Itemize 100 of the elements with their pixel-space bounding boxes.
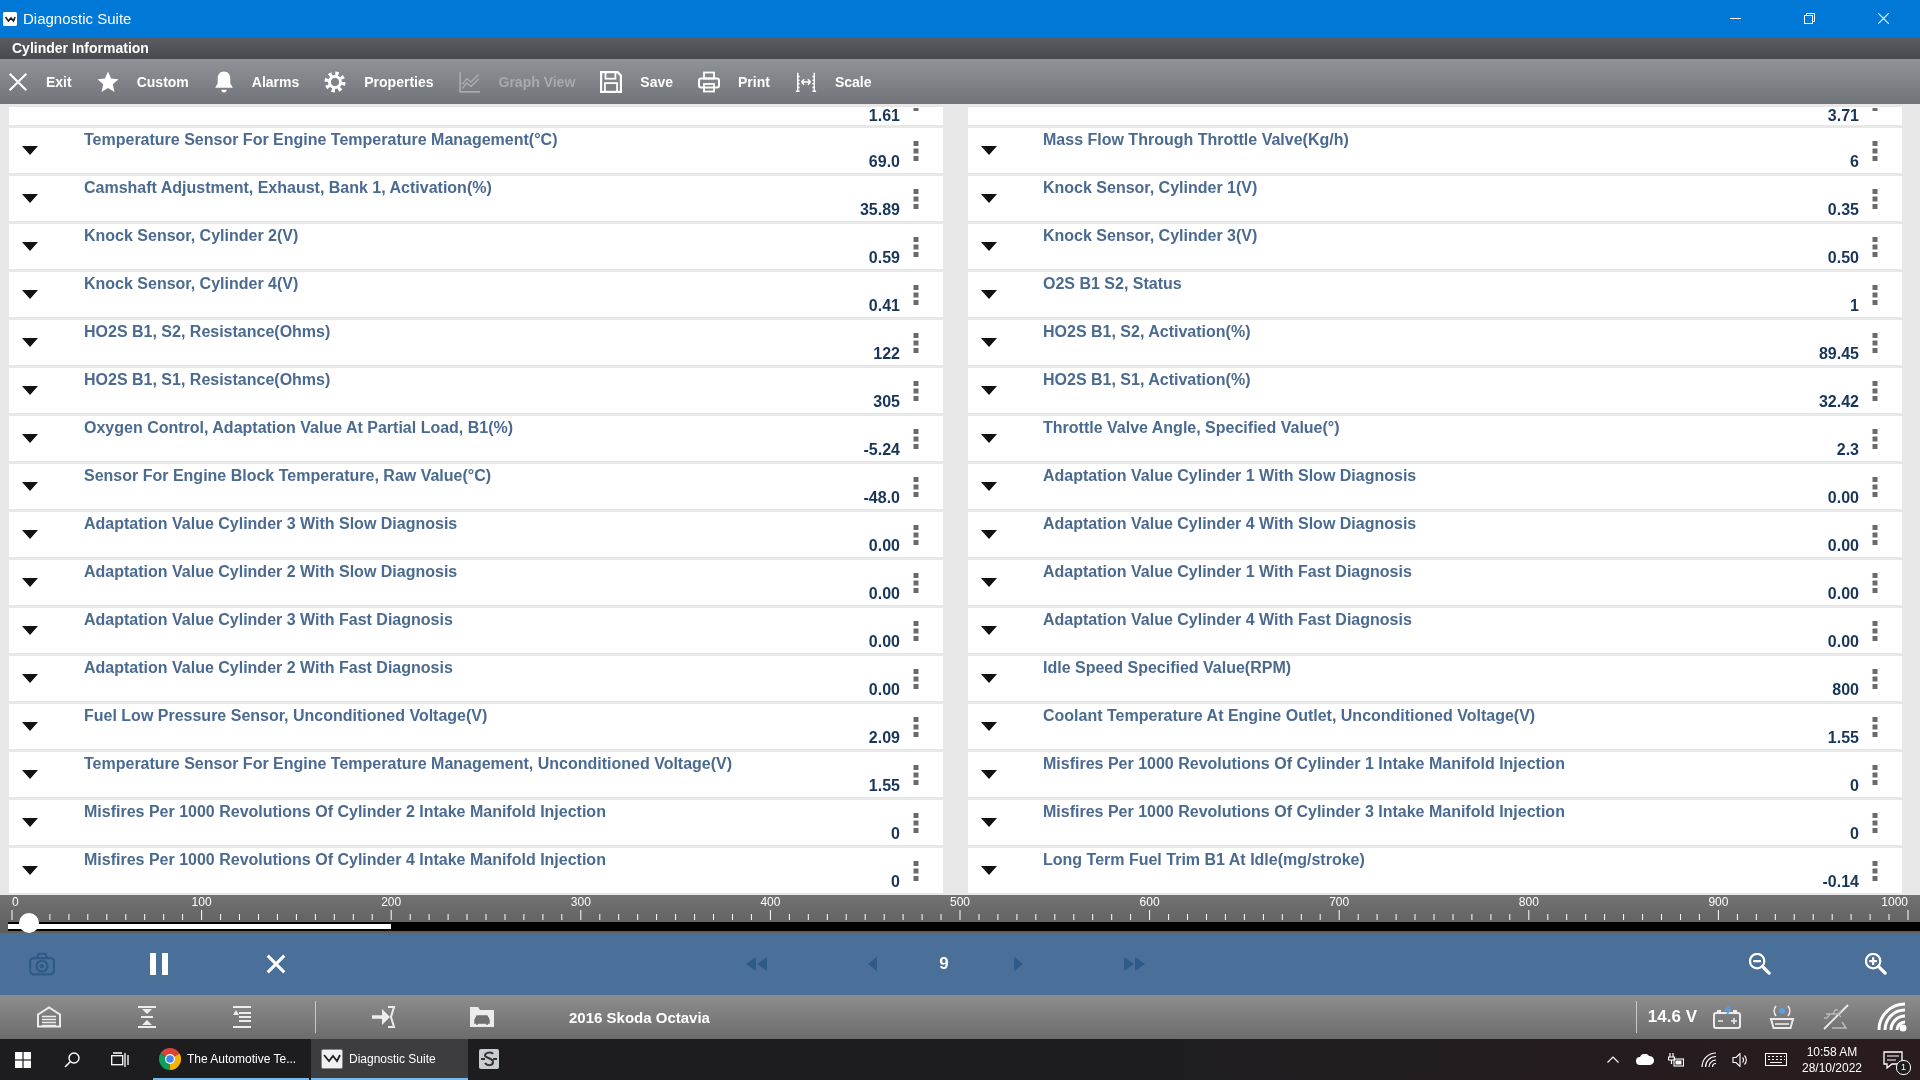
caret-down-icon[interactable]	[22, 434, 38, 443]
toolbar-button[interactable]: Properties	[324, 66, 434, 97]
kebab-menu-icon[interactable]	[1872, 428, 1878, 449]
caret-down-icon[interactable]	[981, 530, 997, 539]
kebab-menu-icon[interactable]	[913, 428, 919, 449]
kebab-menu-icon[interactable]	[913, 812, 919, 833]
search-icon[interactable]	[64, 1051, 80, 1068]
kebab-menu-icon[interactable]	[1872, 620, 1878, 641]
slider-thumb[interactable]	[19, 913, 40, 933]
kebab-menu-icon[interactable]	[1872, 284, 1878, 305]
kebab-menu-icon[interactable]	[913, 476, 919, 497]
kebab-menu-icon[interactable]	[1872, 716, 1878, 737]
kebab-menu-icon[interactable]	[1872, 332, 1878, 353]
close-icon[interactable]	[1877, 13, 1889, 24]
kebab-menu-icon[interactable]	[1872, 572, 1878, 593]
toolbar-button[interactable]: Print	[698, 66, 770, 97]
kebab-menu-icon[interactable]	[913, 188, 919, 209]
toolbar-button[interactable]: Scale	[794, 66, 872, 97]
kebab-menu-icon[interactable]	[1872, 476, 1878, 497]
kebab-menu-icon[interactable]	[913, 716, 919, 737]
caret-down-icon[interactable]	[22, 482, 38, 491]
caret-down-icon[interactable]	[981, 242, 997, 251]
pause-icon[interactable]	[150, 953, 168, 975]
folder-car-icon[interactable]	[469, 1006, 495, 1028]
wifi-icon[interactable]	[1701, 1051, 1717, 1068]
kebab-menu-icon[interactable]	[1872, 524, 1878, 545]
clock-time[interactable]: 10:58 AM	[1806, 1043, 1858, 1060]
kebab-menu-icon[interactable]	[1872, 140, 1878, 161]
list-icon[interactable]	[231, 1005, 253, 1029]
caret-down-icon[interactable]	[981, 482, 997, 491]
caret-down-icon[interactable]	[981, 434, 997, 443]
kebab-menu-icon[interactable]	[913, 764, 919, 785]
timeline-slider[interactable]	[8, 913, 1920, 933]
caret-down-icon[interactable]	[981, 722, 997, 731]
caret-down-icon[interactable]	[981, 626, 997, 635]
caret-down-icon[interactable]	[981, 146, 997, 155]
car-battery-icon[interactable]	[1713, 1005, 1741, 1029]
clock-date[interactable]: 28/10/2022	[1801, 1059, 1863, 1076]
kebab-menu-icon[interactable]	[1872, 764, 1878, 785]
expand-icon[interactable]	[136, 1005, 158, 1029]
minimize-icon[interactable]	[1729, 18, 1741, 19]
kebab-menu-icon[interactable]	[913, 620, 919, 641]
toolbar-button[interactable]: Custom	[96, 66, 189, 97]
kebab-menu-icon[interactable]	[1872, 188, 1878, 209]
caret-down-icon[interactable]	[22, 722, 38, 731]
kebab-menu-icon[interactable]	[1872, 668, 1878, 689]
caret-down-icon[interactable]	[22, 146, 38, 155]
usb-off-icon[interactable]	[1822, 1004, 1850, 1030]
caret-down-icon[interactable]	[22, 338, 38, 347]
kebab-menu-icon[interactable]	[1872, 812, 1878, 833]
caret-down-icon[interactable]	[22, 578, 38, 587]
zoom-in-icon[interactable]	[1865, 953, 1887, 975]
toolbar-button[interactable]: Exit	[8, 66, 72, 97]
caret-down-icon[interactable]	[981, 338, 997, 347]
zoom-out-icon[interactable]	[1749, 953, 1771, 975]
power-icon[interactable]	[1668, 1052, 1684, 1067]
caret-down-icon[interactable]	[22, 194, 38, 203]
kebab-menu-icon[interactable]	[913, 284, 919, 305]
kebab-menu-icon[interactable]	[1872, 236, 1878, 257]
keyboard-icon[interactable]	[1765, 1053, 1787, 1066]
kebab-menu-icon[interactable]	[913, 860, 919, 881]
caret-down-icon[interactable]	[22, 770, 38, 779]
cloud-icon[interactable]	[1636, 1054, 1654, 1065]
task-view-icon[interactable]	[111, 1051, 129, 1068]
caret-down-icon[interactable]	[22, 290, 38, 299]
caret-down-icon[interactable]	[981, 386, 997, 395]
caret-down-icon[interactable]	[22, 242, 38, 251]
caret-down-icon[interactable]	[981, 290, 997, 299]
connector-signal-icon[interactable]	[1768, 1005, 1796, 1029]
garage-icon[interactable]	[36, 1005, 62, 1029]
close-icon[interactable]	[266, 954, 286, 974]
kebab-menu-icon[interactable]	[913, 332, 919, 353]
caret-down-icon[interactable]	[981, 194, 997, 203]
start-icon[interactable]	[15, 1051, 31, 1068]
caret-down-icon[interactable]	[981, 818, 997, 827]
taskbar-app-button[interactable]: The Automotive Te...	[153, 1039, 309, 1080]
caret-down-icon[interactable]	[22, 818, 38, 827]
caret-down-icon[interactable]	[22, 626, 38, 635]
taskbar-app-button[interactable]: Diagnostic Suite	[311, 1039, 468, 1080]
speaker-icon[interactable]	[1731, 1052, 1749, 1067]
caret-down-icon[interactable]	[22, 866, 38, 875]
restore-icon[interactable]	[1803, 13, 1815, 24]
caret-down-icon[interactable]	[22, 386, 38, 395]
chevron-up-icon[interactable]	[1607, 1056, 1619, 1063]
toolbar-button[interactable]: Alarms	[213, 66, 300, 97]
caret-down-icon[interactable]	[22, 530, 38, 539]
caret-down-icon[interactable]	[981, 866, 997, 875]
kebab-menu-icon[interactable]	[913, 236, 919, 257]
caret-down-icon[interactable]	[981, 770, 997, 779]
kebab-menu-icon[interactable]	[913, 572, 919, 593]
kebab-menu-icon[interactable]	[913, 380, 919, 401]
caret-down-icon[interactable]	[981, 578, 997, 587]
caret-down-icon[interactable]	[981, 674, 997, 683]
toolbar-button[interactable]: Save	[600, 66, 673, 97]
kebab-menu-icon[interactable]	[913, 140, 919, 161]
caret-down-icon[interactable]	[22, 674, 38, 683]
kebab-menu-icon[interactable]	[913, 524, 919, 545]
kebab-menu-icon[interactable]	[913, 668, 919, 689]
export-icon[interactable]	[371, 1006, 397, 1028]
kebab-menu-icon[interactable]	[1872, 860, 1878, 881]
